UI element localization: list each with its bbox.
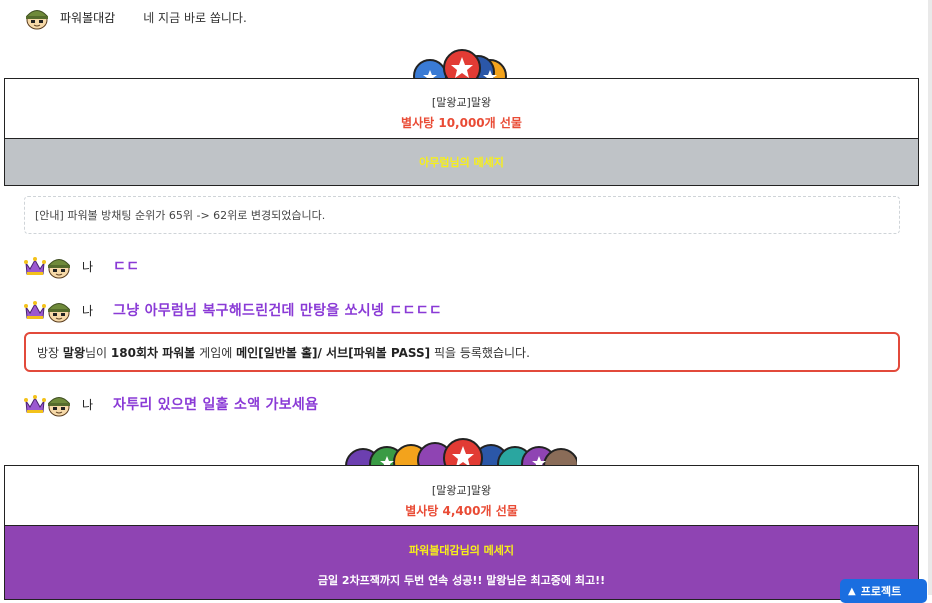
scrollbar-track[interactable] bbox=[928, 0, 932, 595]
message-title: 아무럼님의 메세지 bbox=[419, 156, 504, 169]
pick-registration-notice: 방장 말왕 님이 180회차 파워볼 게임에 메인[일반볼 홀]/ 서브[파워볼 … bbox=[24, 332, 900, 372]
pick-text: 게임에 bbox=[195, 345, 237, 360]
gift-notification: [말왕교]말왕 별사탕 4,400개 선물 bbox=[4, 465, 919, 526]
chat-message-text: 자투리 있으면 일홀 소액 가보세욤 bbox=[113, 397, 319, 413]
message-header: 아무럼님의 메세지 bbox=[4, 138, 919, 186]
crown-icon bbox=[24, 257, 46, 275]
pick-text: 방장 bbox=[37, 345, 63, 360]
project-button-label: 프로젝트 bbox=[860, 585, 902, 598]
rank-notice: [안내] 파워볼 방채팅 순위가 65위 -> 62위로 변경되었습니다. bbox=[24, 196, 900, 234]
chat-message-row: 나 ㄷㄷ bbox=[24, 253, 139, 279]
star-coins-icon bbox=[345, 438, 577, 468]
chat-nickname[interactable]: 나 bbox=[82, 302, 93, 319]
gift-amount: 별사탕 4,400개 선물 bbox=[405, 504, 518, 518]
pick-text: 님이 bbox=[85, 345, 111, 360]
crown-icon bbox=[24, 395, 46, 413]
host-name: 말왕 bbox=[62, 345, 85, 360]
message-body: 금일 2차프잭까지 두번 연속 성공!! 말왕님은 최고중에 최고!! bbox=[317, 574, 606, 587]
chat-nickname[interactable]: 나 bbox=[82, 396, 93, 413]
gift-notification: [말왕교]말왕 별사탕 10,000개 선물 bbox=[4, 78, 919, 139]
chat-message-text: ㄷㄷ bbox=[113, 259, 140, 275]
chat-message-row: 나 자투리 있으면 일홀 소액 가보세욤 bbox=[24, 391, 318, 417]
soldier-avatar-icon bbox=[48, 397, 70, 417]
pick-text: 픽을 등록했습니다. bbox=[430, 345, 530, 360]
gift-sender: [말왕교]말왕 bbox=[431, 96, 492, 109]
chat-message-text: 그냥 아무럼님 복구해드린건데 만탕을 쏘시넹 ㄷㄷㄷㄷ bbox=[113, 303, 443, 319]
pick-detail: 메인[일반볼 홀]/ 서브[파워볼 PASS] bbox=[236, 345, 431, 360]
crown-icon bbox=[24, 301, 46, 319]
chat-nickname[interactable]: 나 bbox=[82, 258, 93, 275]
soldier-avatar-icon bbox=[26, 10, 48, 30]
gift-sender: [말왕교]말왕 bbox=[431, 484, 492, 497]
chat-message-row: 나 그냥 아무럼님 복구해드린건데 만탕을 쏘시넹 ㄷㄷㄷㄷ bbox=[24, 297, 442, 323]
message-header: 파워볼대감님의 메세지 금일 2차프잭까지 두번 연속 성공!! 말왕님은 최고… bbox=[4, 525, 919, 600]
chat-nickname[interactable]: 파워볼대감 bbox=[60, 9, 115, 26]
chat-message-row: 파워볼대감 네 지금 바로 쏩니다. bbox=[24, 4, 247, 30]
round-label: 180회차 파워볼 bbox=[110, 345, 196, 360]
gift-amount: 별사탕 10,000개 선물 bbox=[401, 116, 522, 130]
message-title: 파워볼대감님의 메세지 bbox=[408, 544, 515, 557]
soldier-avatar-icon bbox=[48, 259, 70, 279]
soldier-avatar-icon bbox=[48, 303, 70, 323]
chat-message-text: 네 지금 바로 쏩니다. bbox=[143, 10, 247, 25]
project-button[interactable]: ▲ 프로젝트 bbox=[840, 579, 927, 603]
star-coins-icon bbox=[413, 49, 507, 80]
